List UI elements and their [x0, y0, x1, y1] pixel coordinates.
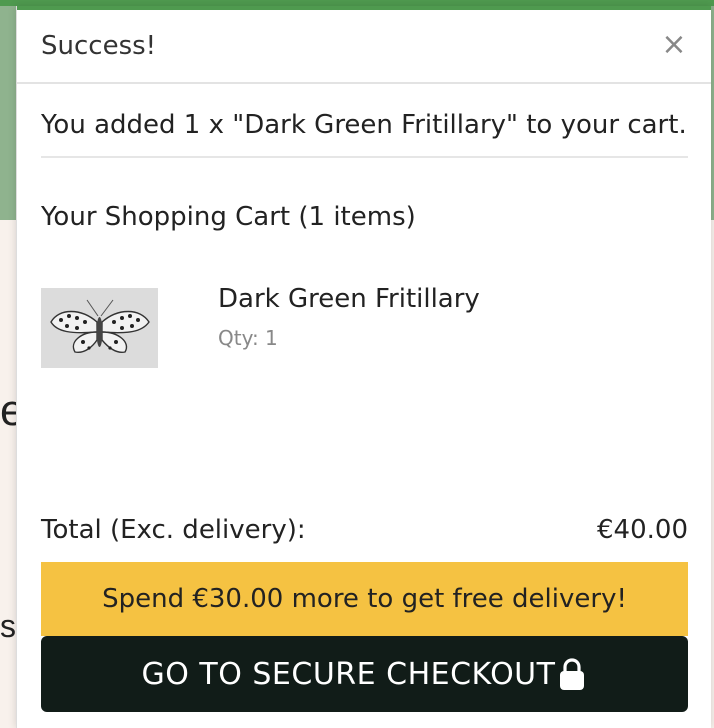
lock-icon — [560, 658, 585, 690]
background-text-fragment: s — [0, 608, 16, 644]
free-delivery-notice: Spend €30.00 more to get free delivery! — [41, 562, 688, 636]
checkout-button-label: GO TO SECURE CHECKOUT — [141, 656, 556, 692]
free-delivery-text: Spend €30.00 more to get free delivery! — [102, 584, 627, 614]
cart-heading: Your Shopping Cart (1 items) — [41, 202, 416, 232]
secure-checkout-button[interactable]: GO TO SECURE CHECKOUT — [41, 636, 688, 712]
butterfly-image — [41, 288, 158, 368]
cart-success-toast: Success! × You added 1 x "Dark Green Fri… — [16, 6, 711, 728]
total-value: €40.00 — [597, 515, 688, 545]
close-icon[interactable]: × — [659, 30, 689, 60]
cart-item-name[interactable]: Dark Green Fritillary — [218, 284, 480, 314]
cart-item-quantity: Qty: 1 — [218, 326, 278, 350]
added-to-cart-message: You added 1 x "Dark Green Fritillary" to… — [41, 110, 687, 140]
total-label: Total (Exc. delivery): — [41, 515, 306, 545]
toast-title: Success! — [41, 31, 157, 61]
toast-header: Success! × — [17, 10, 711, 84]
product-thumbnail — [41, 288, 158, 368]
divider — [41, 156, 688, 158]
